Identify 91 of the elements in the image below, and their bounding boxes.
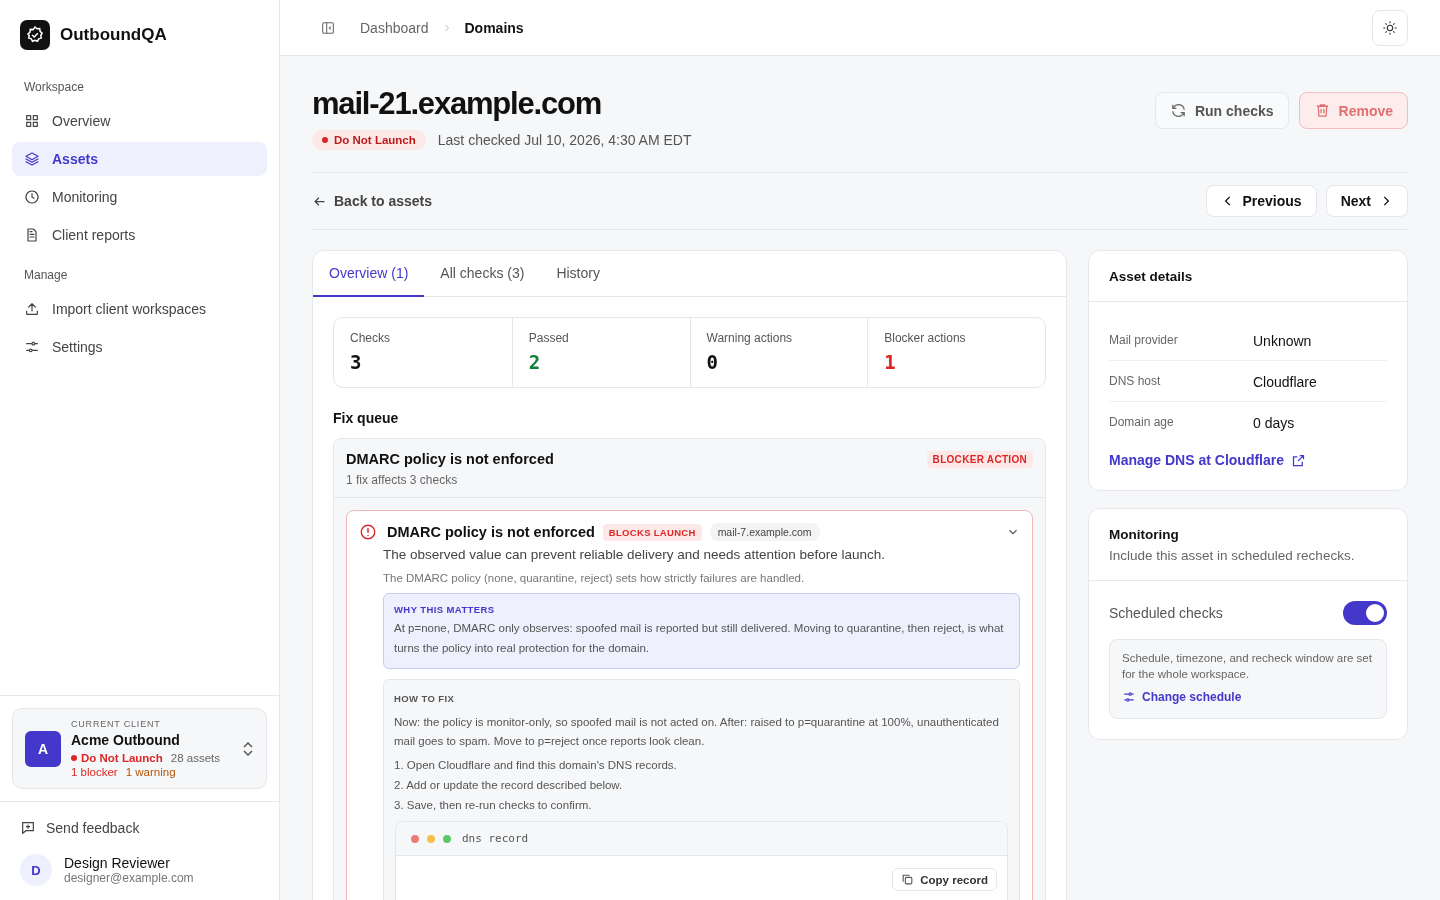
asset-count: 28 assets [170,752,220,764]
theme-toggle-button[interactable] [1372,9,1408,46]
user-name: Design Reviewer [64,855,171,871]
blocker-badge: BLOCKER ACTION [926,451,1033,468]
breadcrumb-link[interactable]: Domains [464,19,524,36]
section-heading: Workspace [23,79,85,96]
document-icon [24,227,40,243]
stat-value: 3 [350,351,363,373]
stat-label: Blocker actions [884,331,967,345]
detail-value: 0 days [1253,415,1295,431]
client-name: Acme Outbound [71,732,181,748]
upload-icon [24,301,40,317]
page-title: mail-21.example.com [312,86,603,122]
detail-label: Domain age [1109,415,1175,431]
client-caption: CURRENT CLIENT [71,719,162,729]
window-dots-icon [410,833,452,844]
stat-value: 1 [884,351,897,373]
client-avatar: A [25,730,61,767]
section-heading: Fix queue [333,410,400,426]
tab[interactable]: History [540,251,616,297]
breadcrumb-link[interactable]: Dashboard [360,19,429,36]
detail-value: Cloudflare [1253,374,1317,390]
panel-heading: WHY THIS MATTERS [394,604,496,615]
panel-text: At p=none, DMARC only observes: spoofed mail is reported but still delivered. Moving to quarantine, then reject, is what turns the policy into real protection for the domain. [394,621,1005,656]
sidebar-item[interactable]: Monitoring [12,180,267,214]
sliders-icon [1122,690,1136,704]
refresh-icon [1169,102,1187,119]
fix-step: 1. Open Cloudflare and find this domain's DNS records. [394,755,1009,775]
external-link-icon [1291,452,1307,468]
fix-step: 2. Add or update the record described below. [394,775,1009,795]
sidebar-toggle-icon[interactable] [320,19,336,36]
toggle-label: Scheduled checks [1109,605,1223,621]
client-switcher[interactable]: A CURRENT CLIENT Acme Outbound Do Not Launch 28 assets 1 blocker 1 warning [12,708,267,789]
stat-value: 2 [528,351,542,373]
copy-icon [901,873,915,886]
run-checks-button[interactable]: Run checks [1154,92,1289,129]
toggle-switch[interactable] [1343,601,1387,625]
copy-record-button[interactable]: Copy record [892,868,997,891]
issue-detail: The DMARC policy (none, quarantine, reject) sets how strictly failures are handled. [383,572,806,584]
sidebar-item[interactable]: Client reports [12,218,267,252]
blocker-count: 1 blocker [71,766,118,778]
alert-icon [359,523,377,541]
panel-text: Now: the policy is monitor-only, so spoofed mail is not acted on. After: raised to p=quarantine at 100%, unauthenticated mail goes to spam. Move to p=reject once reports look clean. [394,715,1000,749]
issue-summary: The observed value can prevent reliable delivery and needs attention before launch. [383,547,887,562]
app-name: OutboundQA [60,25,167,45]
sidebar-item[interactable]: Overview [12,104,267,138]
stat-label: Passed [528,331,570,345]
back-link[interactable]: Back to assets [312,193,433,209]
clock-icon [24,189,40,205]
fix-step: 3. Save, then re-run checks to confirm. [394,795,1009,815]
manage-dns-link[interactable]: Manage DNS at Cloudflare [1109,452,1387,468]
feedback-link[interactable]: Send feedback [20,820,259,836]
status-badge: Do Not Launch [312,130,426,150]
detail-value: Unknown [1253,333,1312,349]
detail-label: DNS host [1109,374,1162,390]
tab[interactable]: Overview (1) [313,251,425,297]
change-schedule-link[interactable]: Change schedule [1122,690,1374,704]
next-button[interactable]: Next [1325,185,1408,217]
layers-icon [24,151,40,167]
tab[interactable]: All checks (3) [424,251,541,297]
overview-icon [24,113,40,129]
fix-subtitle: 1 fix affects 3 checks [346,473,459,487]
sidebar-item[interactable]: Settings [12,330,267,364]
user-email: designer@example.com [64,871,194,885]
shield-check-icon [20,20,50,50]
section-heading: Manage [23,267,69,284]
card-title: Monitoring [1109,527,1180,542]
user-avatar: D [20,854,52,886]
sidebar-item[interactable]: Import client workspaces [12,292,267,326]
client-status: Do Not Launch [71,752,163,764]
stat-label: Warning actions [706,331,794,345]
last-checked: Last checked Jul 10, 2026, 4:30 AM EDT [437,132,692,148]
message-plus-icon [20,820,36,836]
sidebar-item[interactable]: Assets [12,142,267,176]
chevron-updown-icon [242,739,254,758]
stat-label: Checks [350,331,391,345]
card-subtitle: Include this asset in scheduled rechecks. [1109,548,1356,563]
note-text: Schedule, timezone, and recheck window are set for the whole workspace. [1122,651,1373,682]
issue-title: DMARC policy is not enforced [387,524,595,540]
stat-value: 0 [706,351,719,373]
panel-heading: HOW TO FIX [394,693,456,704]
previous-button[interactable]: Previous [1205,185,1317,217]
sun-icon [1382,19,1398,36]
domain-tag: mail-7.example.com [709,523,820,541]
warning-count: 1 warning [125,766,176,778]
code-title: dns record [462,832,529,845]
card-title: Asset details [1089,251,1407,302]
fix-title: DMARC policy is not enforced [346,451,554,467]
blocks-launch-badge: BLOCKS LAUNCH [602,523,702,541]
detail-label: Mail provider [1109,333,1179,349]
sliders-icon [24,339,40,355]
